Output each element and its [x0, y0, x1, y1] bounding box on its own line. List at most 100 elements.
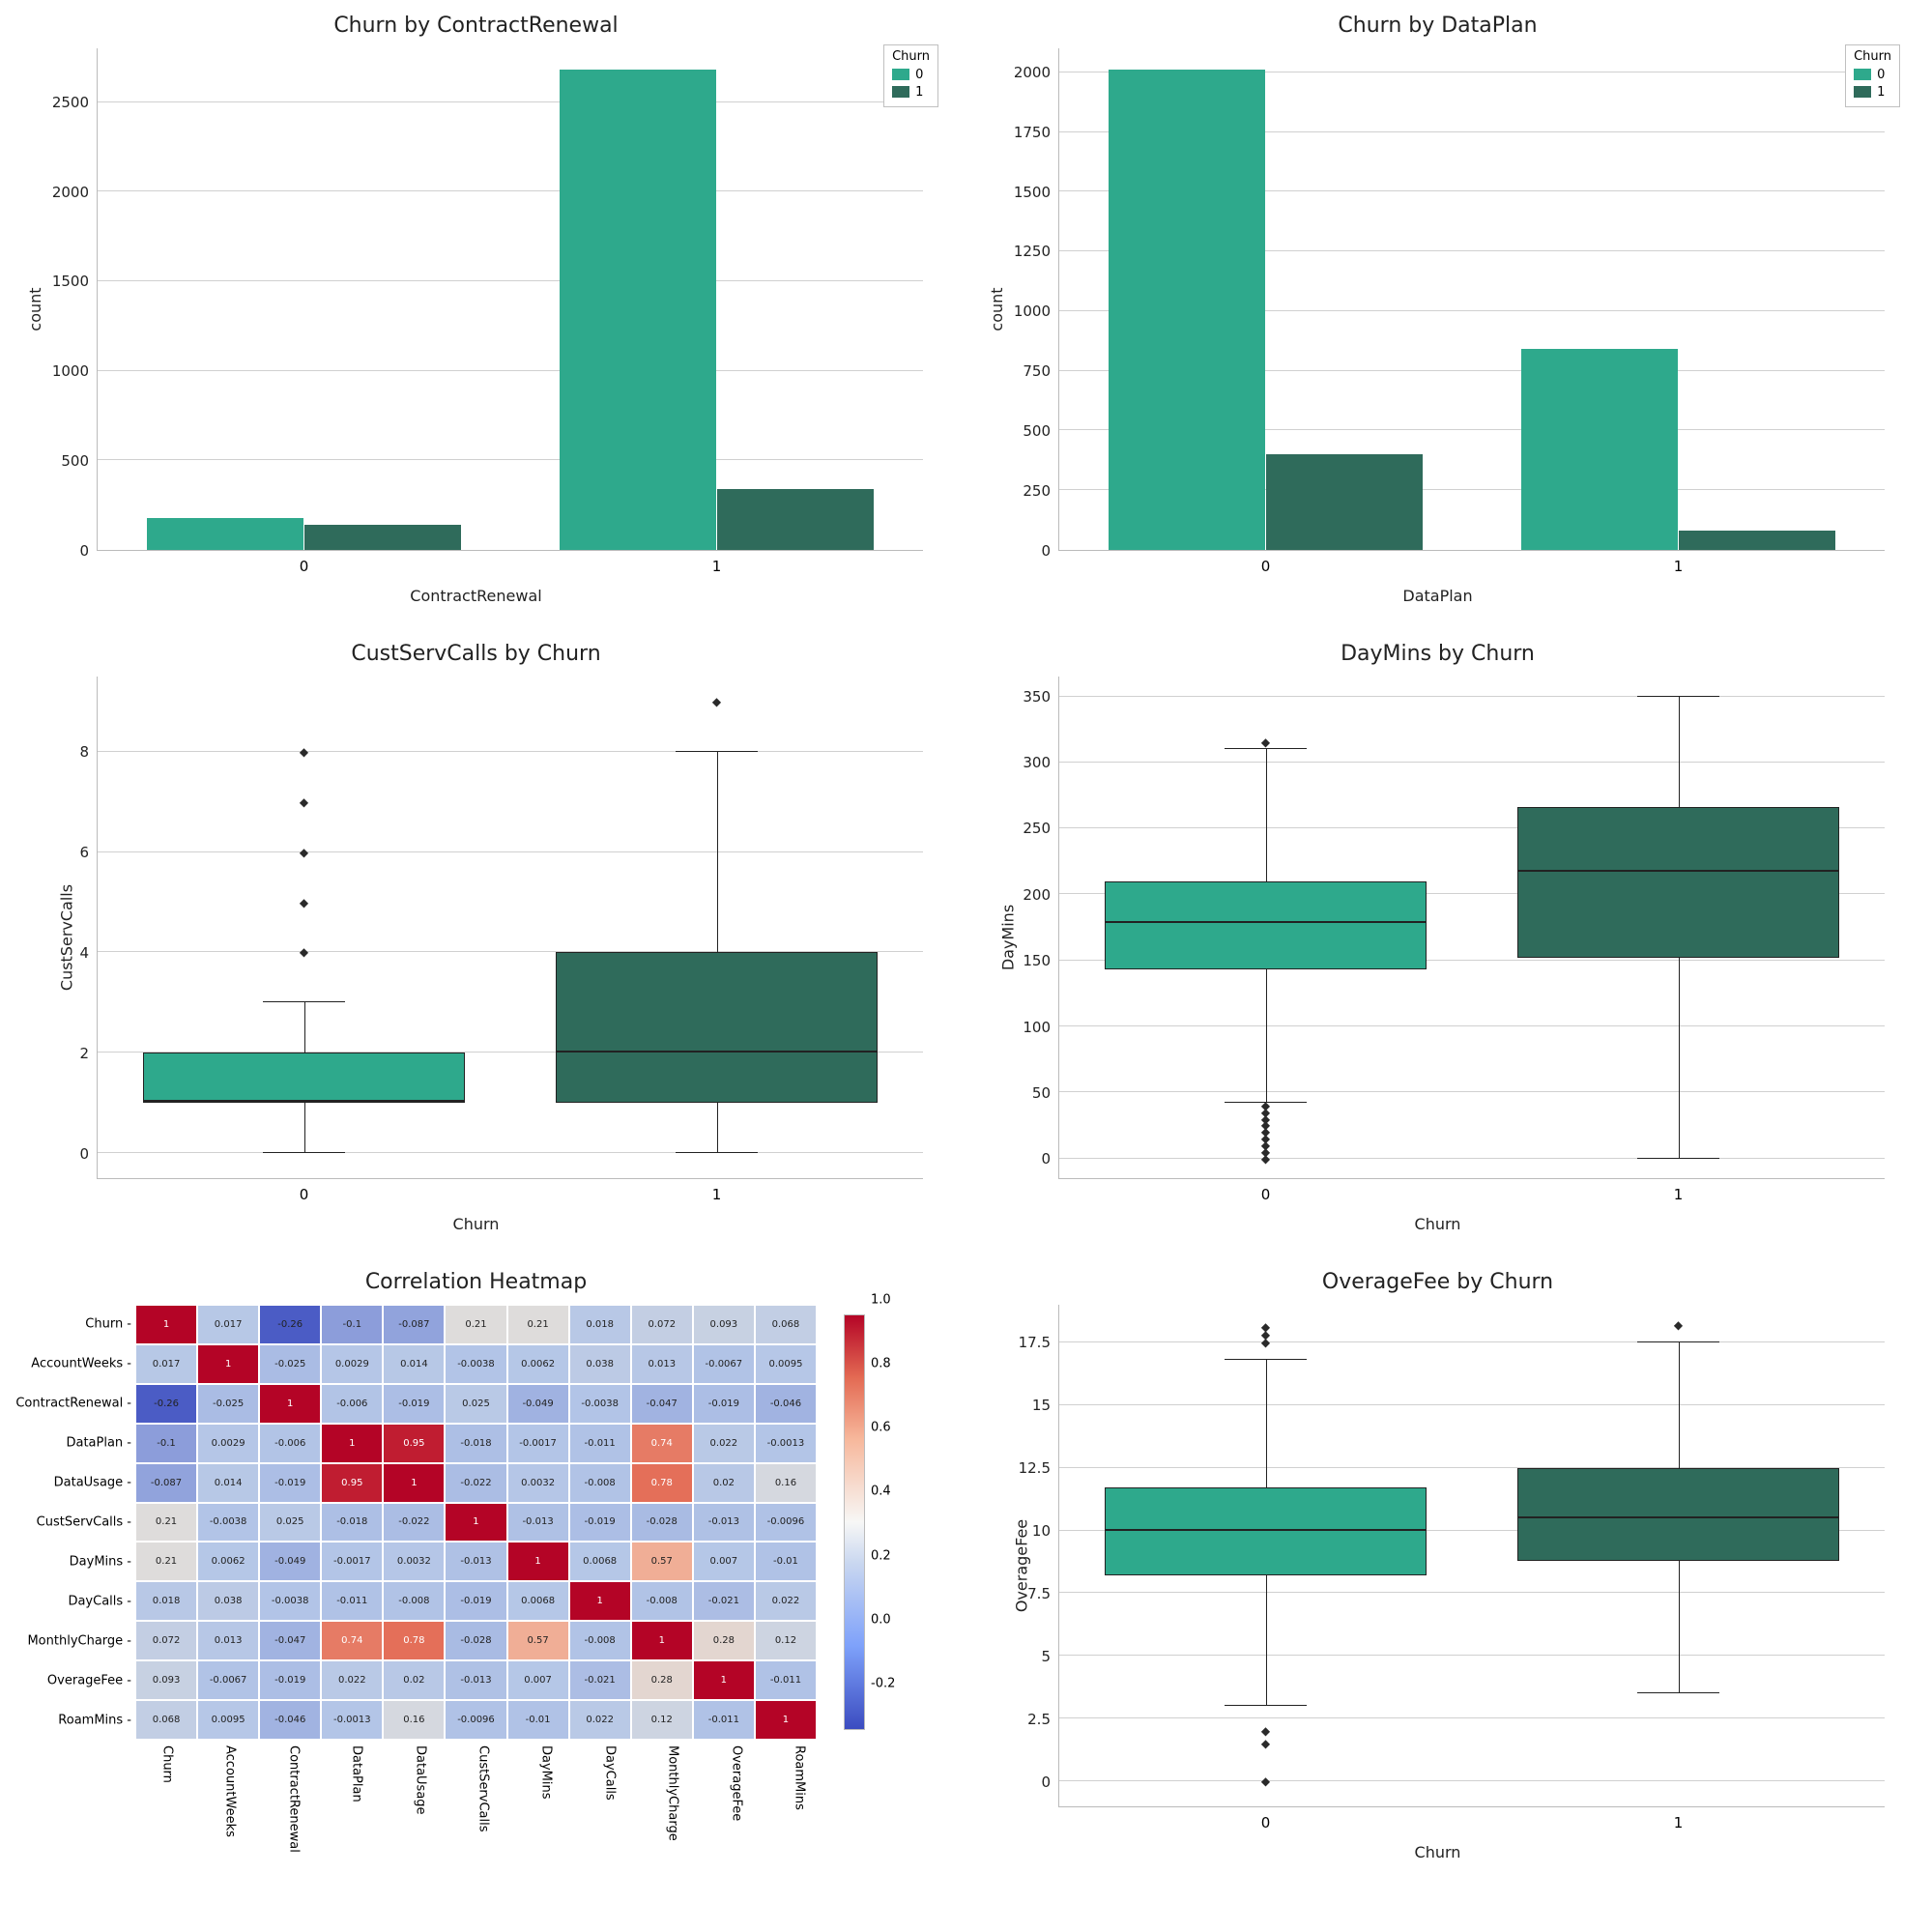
ytick: 0	[983, 1773, 1051, 1791]
heatmap-cell: -0.008	[569, 1463, 631, 1503]
heatmap-cell: -0.0096	[755, 1503, 817, 1543]
heatmap-cell: 1	[259, 1384, 321, 1424]
bar	[1109, 70, 1265, 550]
ytick: 250	[983, 820, 1051, 837]
heatmap-cell: 1	[755, 1700, 817, 1740]
heatmap-cell: -0.019	[383, 1384, 445, 1424]
whisker-cap	[1637, 1692, 1719, 1693]
ytick: 12.5	[983, 1459, 1051, 1477]
colorbar: -0.20.00.20.40.60.81.0	[844, 1314, 865, 1730]
heatmap-cell: 0.21	[507, 1305, 569, 1344]
xlabel: DataPlan	[971, 587, 1904, 605]
heatmap-cell: 0.21	[135, 1503, 197, 1543]
heatmap-cell: 0.02	[383, 1660, 445, 1700]
whisker-cap	[263, 1001, 345, 1002]
whisker-cap	[676, 751, 758, 752]
heatmap-cell: 0.068	[755, 1305, 817, 1344]
heatmap-cell: -0.022	[445, 1463, 506, 1503]
bar	[147, 518, 303, 550]
whisker-cap	[263, 1152, 345, 1153]
whisker-cap	[1225, 1705, 1307, 1706]
heatmap-cell: -0.0067	[197, 1660, 259, 1700]
heatmap-cell: 0.007	[693, 1542, 755, 1581]
xtick: 0	[1261, 558, 1271, 575]
whisker-cap	[1637, 696, 1719, 697]
heatmap-cell: -0.0017	[507, 1424, 569, 1463]
heatmap-cell: -0.0038	[259, 1581, 321, 1621]
heatmap-cell: -0.0017	[321, 1542, 383, 1581]
legend-item: 1	[915, 85, 923, 100]
xtick: 0	[300, 1186, 309, 1203]
heatmap-cell: 0.57	[507, 1621, 569, 1660]
heatmap-cell: 0.0068	[569, 1542, 631, 1581]
ytick: 6	[21, 844, 89, 861]
colorbar-tick: 0.4	[871, 1485, 891, 1499]
xtick: 0	[300, 558, 309, 575]
ytick: 17.5	[983, 1334, 1051, 1351]
bar	[560, 70, 716, 550]
ylabel: count	[988, 287, 1006, 331]
outlier: ◆	[300, 795, 308, 809]
heatmap-cell: -0.008	[631, 1581, 693, 1621]
heatmap-cell: -0.046	[259, 1700, 321, 1740]
heatmap-cell: -0.011	[693, 1700, 755, 1740]
ytick: 2500	[21, 94, 89, 111]
heatmap-ylabel: AccountWeeks -	[15, 1357, 131, 1371]
heatmap-cell: -0.047	[259, 1621, 321, 1660]
whisker	[717, 1103, 718, 1153]
ytick: 2000	[21, 184, 89, 201]
colorbar-tick: 0.6	[871, 1421, 891, 1435]
whisker-cap	[1225, 1359, 1307, 1360]
box	[556, 952, 878, 1103]
whisker	[1266, 969, 1267, 1103]
bar	[717, 489, 874, 550]
whisker	[1679, 1561, 1680, 1694]
whisker	[1266, 1360, 1267, 1487]
legend-item: 1	[1877, 85, 1885, 100]
heatmap-cell: 1	[569, 1581, 631, 1621]
heatmap-cell: 0.022	[693, 1424, 755, 1463]
heatmap-cell: -0.049	[507, 1384, 569, 1424]
heatmap-cell: 0.74	[321, 1621, 383, 1660]
chart-title: OverageFee by Churn	[971, 1270, 1904, 1294]
heatmap-cell: -0.021	[693, 1581, 755, 1621]
ylabel: OverageFee	[1013, 1519, 1031, 1612]
bar	[304, 525, 461, 550]
ytick: 350	[983, 688, 1051, 706]
ytick: 1250	[983, 243, 1051, 260]
bar	[1266, 454, 1423, 550]
ytick: 0	[21, 542, 89, 560]
heatmap-cell: 0.28	[693, 1621, 755, 1660]
heatmap-cell: 0.0062	[507, 1344, 569, 1384]
heatmap-cell: 0.02	[693, 1463, 755, 1503]
legend-item: 0	[1877, 68, 1885, 82]
ytick: 500	[21, 452, 89, 470]
ytick: 200	[983, 886, 1051, 904]
legend-swatch	[892, 86, 909, 98]
heatmap-cell: -0.047	[631, 1384, 693, 1424]
heatmap-cell: 0.013	[631, 1344, 693, 1384]
heatmap-cell: 0.018	[569, 1305, 631, 1344]
heatmap-cell: -0.046	[755, 1384, 817, 1424]
ytick: 0	[983, 542, 1051, 560]
heatmap-cell: 0.093	[693, 1305, 755, 1344]
legend-item: 0	[915, 68, 923, 82]
heatmap-xlabel: DataUsage	[413, 1745, 427, 1815]
xlabel: ContractRenewal	[10, 587, 942, 605]
heatmap-cell: 0.014	[383, 1344, 445, 1384]
heatmap-cell: 0.16	[383, 1700, 445, 1740]
xtick: 0	[1261, 1814, 1271, 1831]
heatmap-cell: 0.0029	[321, 1344, 383, 1384]
box	[143, 1053, 465, 1103]
heatmap-cell: -0.1	[135, 1424, 197, 1463]
heatmap-cell: -0.011	[321, 1581, 383, 1621]
whisker	[1266, 749, 1267, 881]
heatmap-xlabel: DayCalls	[602, 1745, 617, 1801]
outlier: ◆	[1261, 1320, 1270, 1334]
heatmap-ylabel: OverageFee -	[15, 1673, 131, 1687]
chart-bar-contract: Churn by ContractRenewal0105001000150020…	[10, 10, 942, 609]
heatmap-cell: 0.95	[321, 1463, 383, 1503]
heatmap-cell: 0.007	[507, 1660, 569, 1700]
heatmap-cell: -0.022	[383, 1503, 445, 1543]
outlier: ◆	[1261, 1774, 1270, 1788]
